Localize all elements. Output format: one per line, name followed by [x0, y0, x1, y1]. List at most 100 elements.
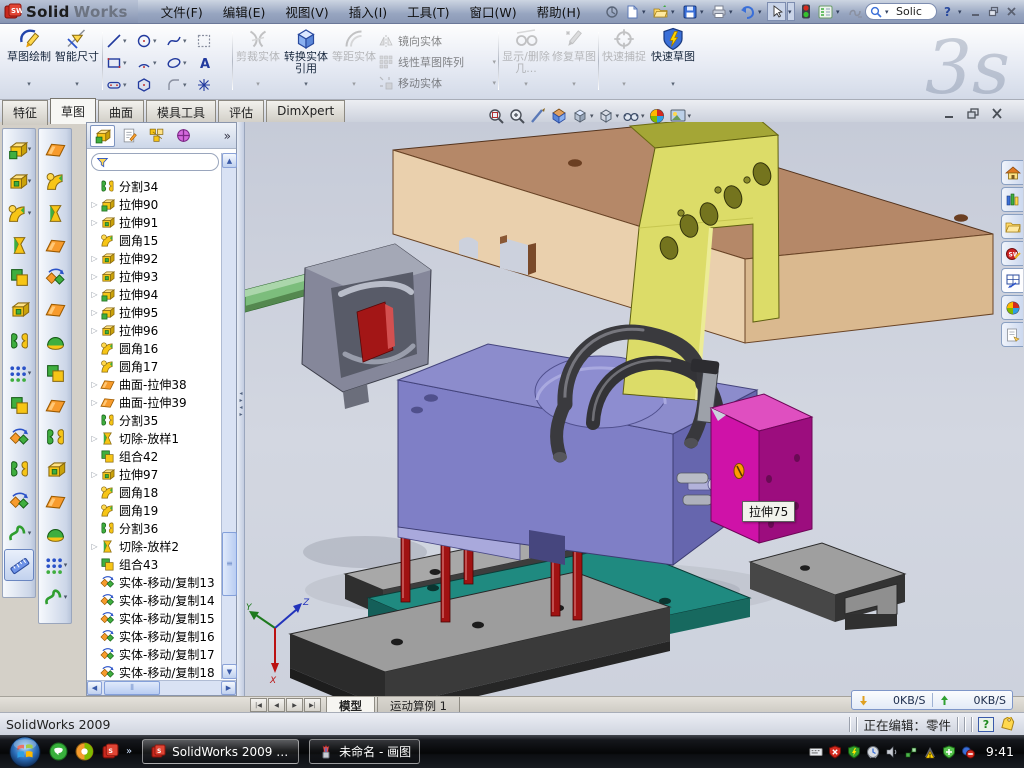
scroll-down-button[interactable]: ▼ [222, 664, 237, 679]
expand-arrow[interactable]: ▷ [89, 218, 100, 227]
tree-item[interactable]: 实体-移动/复制16 [89, 627, 223, 645]
tree-item[interactable]: 圆角15 [89, 231, 223, 249]
tray-sync-blocked-icon[interactable] [961, 745, 975, 759]
dropdown-arrow[interactable]: ▾ [758, 8, 766, 16]
expand-arrow[interactable]: ▷ [89, 290, 100, 299]
sketch-button[interactable]: 草图绘制 [6, 27, 52, 90]
tray-protection-icon[interactable] [942, 745, 956, 759]
expand-arrow[interactable]: ▷ [89, 200, 100, 209]
quick-launch-360-icon[interactable] [75, 742, 94, 761]
dropdown-arrow[interactable]: ▾ [958, 8, 966, 16]
section-view-icon[interactable] [549, 105, 569, 127]
print-button[interactable] [709, 2, 728, 21]
home-tab[interactable] [1001, 160, 1023, 185]
left-toolbar-button[interactable] [40, 517, 70, 549]
menu-item[interactable]: 插入(I) [340, 0, 396, 23]
left-toolbar-button[interactable] [40, 133, 70, 165]
expand-arrow[interactable]: ▷ [89, 308, 100, 317]
quick-launch-solidworks-icon[interactable]: S [101, 742, 120, 761]
tree-item[interactable]: ▷ 拉伸94 [89, 285, 223, 303]
taskbar-button-solidworks[interactable]: S SolidWorks 2009 - ... [142, 739, 299, 764]
circle-tool[interactable]: ▾ [136, 30, 166, 52]
tray-update-icon[interactable] [866, 745, 880, 759]
offset-entities-button[interactable]: 等距实体 [332, 27, 376, 90]
zoom-pointer-icon[interactable] [528, 105, 548, 127]
scroll-up-button[interactable]: ▲ [222, 153, 237, 168]
line-tool[interactable]: ▾ [106, 30, 136, 52]
left-toolbar-button[interactable] [4, 517, 34, 549]
tray-antivirus-icon[interactable] [847, 745, 861, 759]
rebuild-button[interactable] [796, 2, 815, 21]
left-toolbar-button[interactable] [4, 389, 34, 421]
search-scope-arrow[interactable]: ▾ [885, 8, 893, 16]
doc-minimize-button[interactable] [942, 107, 956, 120]
display-delete-relations-button[interactable]: 显示/删除几... [502, 27, 550, 90]
hide-show-items-icon[interactable]: ▾ [621, 105, 646, 127]
tree-item[interactable]: 圆角19 [89, 501, 223, 519]
menu-item[interactable]: 帮助(H) [528, 0, 590, 23]
expand-arrow[interactable]: ▷ [89, 380, 100, 389]
left-toolbar-button[interactable] [4, 197, 34, 229]
left-toolbar-button[interactable] [40, 581, 70, 613]
model-canvas[interactable]: Y Z X [245, 122, 1024, 696]
left-toolbar-button[interactable] [40, 421, 70, 453]
repair-sketch-button[interactable]: 修复草图 [552, 27, 596, 90]
left-toolbar-button[interactable] [40, 229, 70, 261]
dropdown-arrow[interactable]: ▾ [700, 8, 708, 16]
tab-nav-button[interactable]: ▶ [286, 698, 303, 712]
expand-arrow[interactable]: ▷ [89, 254, 100, 263]
appearances-icon[interactable] [647, 105, 667, 127]
tree-item[interactable]: ▷ 拉伸95 [89, 303, 223, 321]
text-tool[interactable]: A [196, 52, 226, 74]
select-button[interactable] [767, 2, 786, 21]
tree-item[interactable]: 分割34 [89, 177, 223, 195]
open-button[interactable] [651, 2, 670, 21]
left-toolbar-button[interactable] [40, 197, 70, 229]
left-toolbar-button[interactable] [40, 165, 70, 197]
design-library-tab[interactable] [1001, 187, 1023, 212]
property-manager-tab[interactable] [117, 125, 142, 147]
polygon-tool[interactable] [136, 74, 166, 96]
feature-manager-tab[interactable] [90, 125, 115, 147]
tree-item[interactable]: 圆角16 [89, 339, 223, 357]
left-toolbar-button[interactable] [4, 485, 34, 517]
left-toolbar-button[interactable] [40, 357, 70, 389]
save-button[interactable] [680, 2, 699, 21]
left-toolbar-button[interactable] [4, 165, 34, 197]
tree-item[interactable]: ▷ 拉伸97 [89, 465, 223, 483]
left-toolbar-button[interactable] [40, 325, 70, 357]
convert-entities-button[interactable]: 转换实体引用 [282, 27, 330, 90]
quick-tips-button[interactable]: ? [978, 717, 994, 732]
tree-item[interactable]: 分割36 [89, 519, 223, 537]
left-toolbar-button[interactable] [40, 261, 70, 293]
tree-item[interactable]: ▷ 拉伸93 [89, 267, 223, 285]
sketch-fillet-tool[interactable]: ▾ [166, 74, 196, 96]
tray-wireless-warning-icon[interactable] [923, 745, 937, 759]
scroll-thumb[interactable]: ⫴ [104, 681, 160, 695]
solidworks-resources-tab[interactable]: SW [1001, 241, 1023, 266]
display-style-icon[interactable]: ▾ [596, 105, 621, 127]
tray-security-alert-icon[interactable] [828, 745, 842, 759]
restore-button[interactable] [985, 4, 1002, 19]
tree-item[interactable]: ▷ 拉伸90 [89, 195, 223, 213]
menu-item[interactable]: 窗口(W) [461, 0, 526, 23]
ribbon-tab[interactable]: DimXpert [266, 100, 345, 122]
tree-item[interactable]: 圆角17 [89, 357, 223, 375]
zoom-fit-icon[interactable] [486, 105, 506, 127]
tree-item[interactable]: ▷ 拉伸91 [89, 213, 223, 231]
start-button[interactable] [8, 735, 42, 768]
left-toolbar-button[interactable] [40, 389, 70, 421]
left-toolbar-button[interactable] [40, 293, 70, 325]
scroll-right-button[interactable]: ▶ [221, 681, 236, 695]
left-toolbar-button[interactable] [40, 485, 70, 517]
search-box[interactable]: ▾ Solic [865, 3, 937, 20]
tree-item[interactable]: ▷ 拉伸92 [89, 249, 223, 267]
tree-item[interactable]: 组合43 [89, 555, 223, 573]
tree-item[interactable]: ▷ 曲面-拉伸38 [89, 375, 223, 393]
left-toolbar-button[interactable] [4, 453, 34, 485]
scroll-thumb[interactable]: ≡ [222, 532, 237, 596]
quick-launch-chevron[interactable]: » [126, 746, 132, 757]
left-toolbar-button[interactable] [4, 261, 34, 293]
trim-entities-button[interactable]: 剪裁实体 [236, 27, 280, 90]
scene-icon[interactable]: ▾ [668, 105, 693, 127]
